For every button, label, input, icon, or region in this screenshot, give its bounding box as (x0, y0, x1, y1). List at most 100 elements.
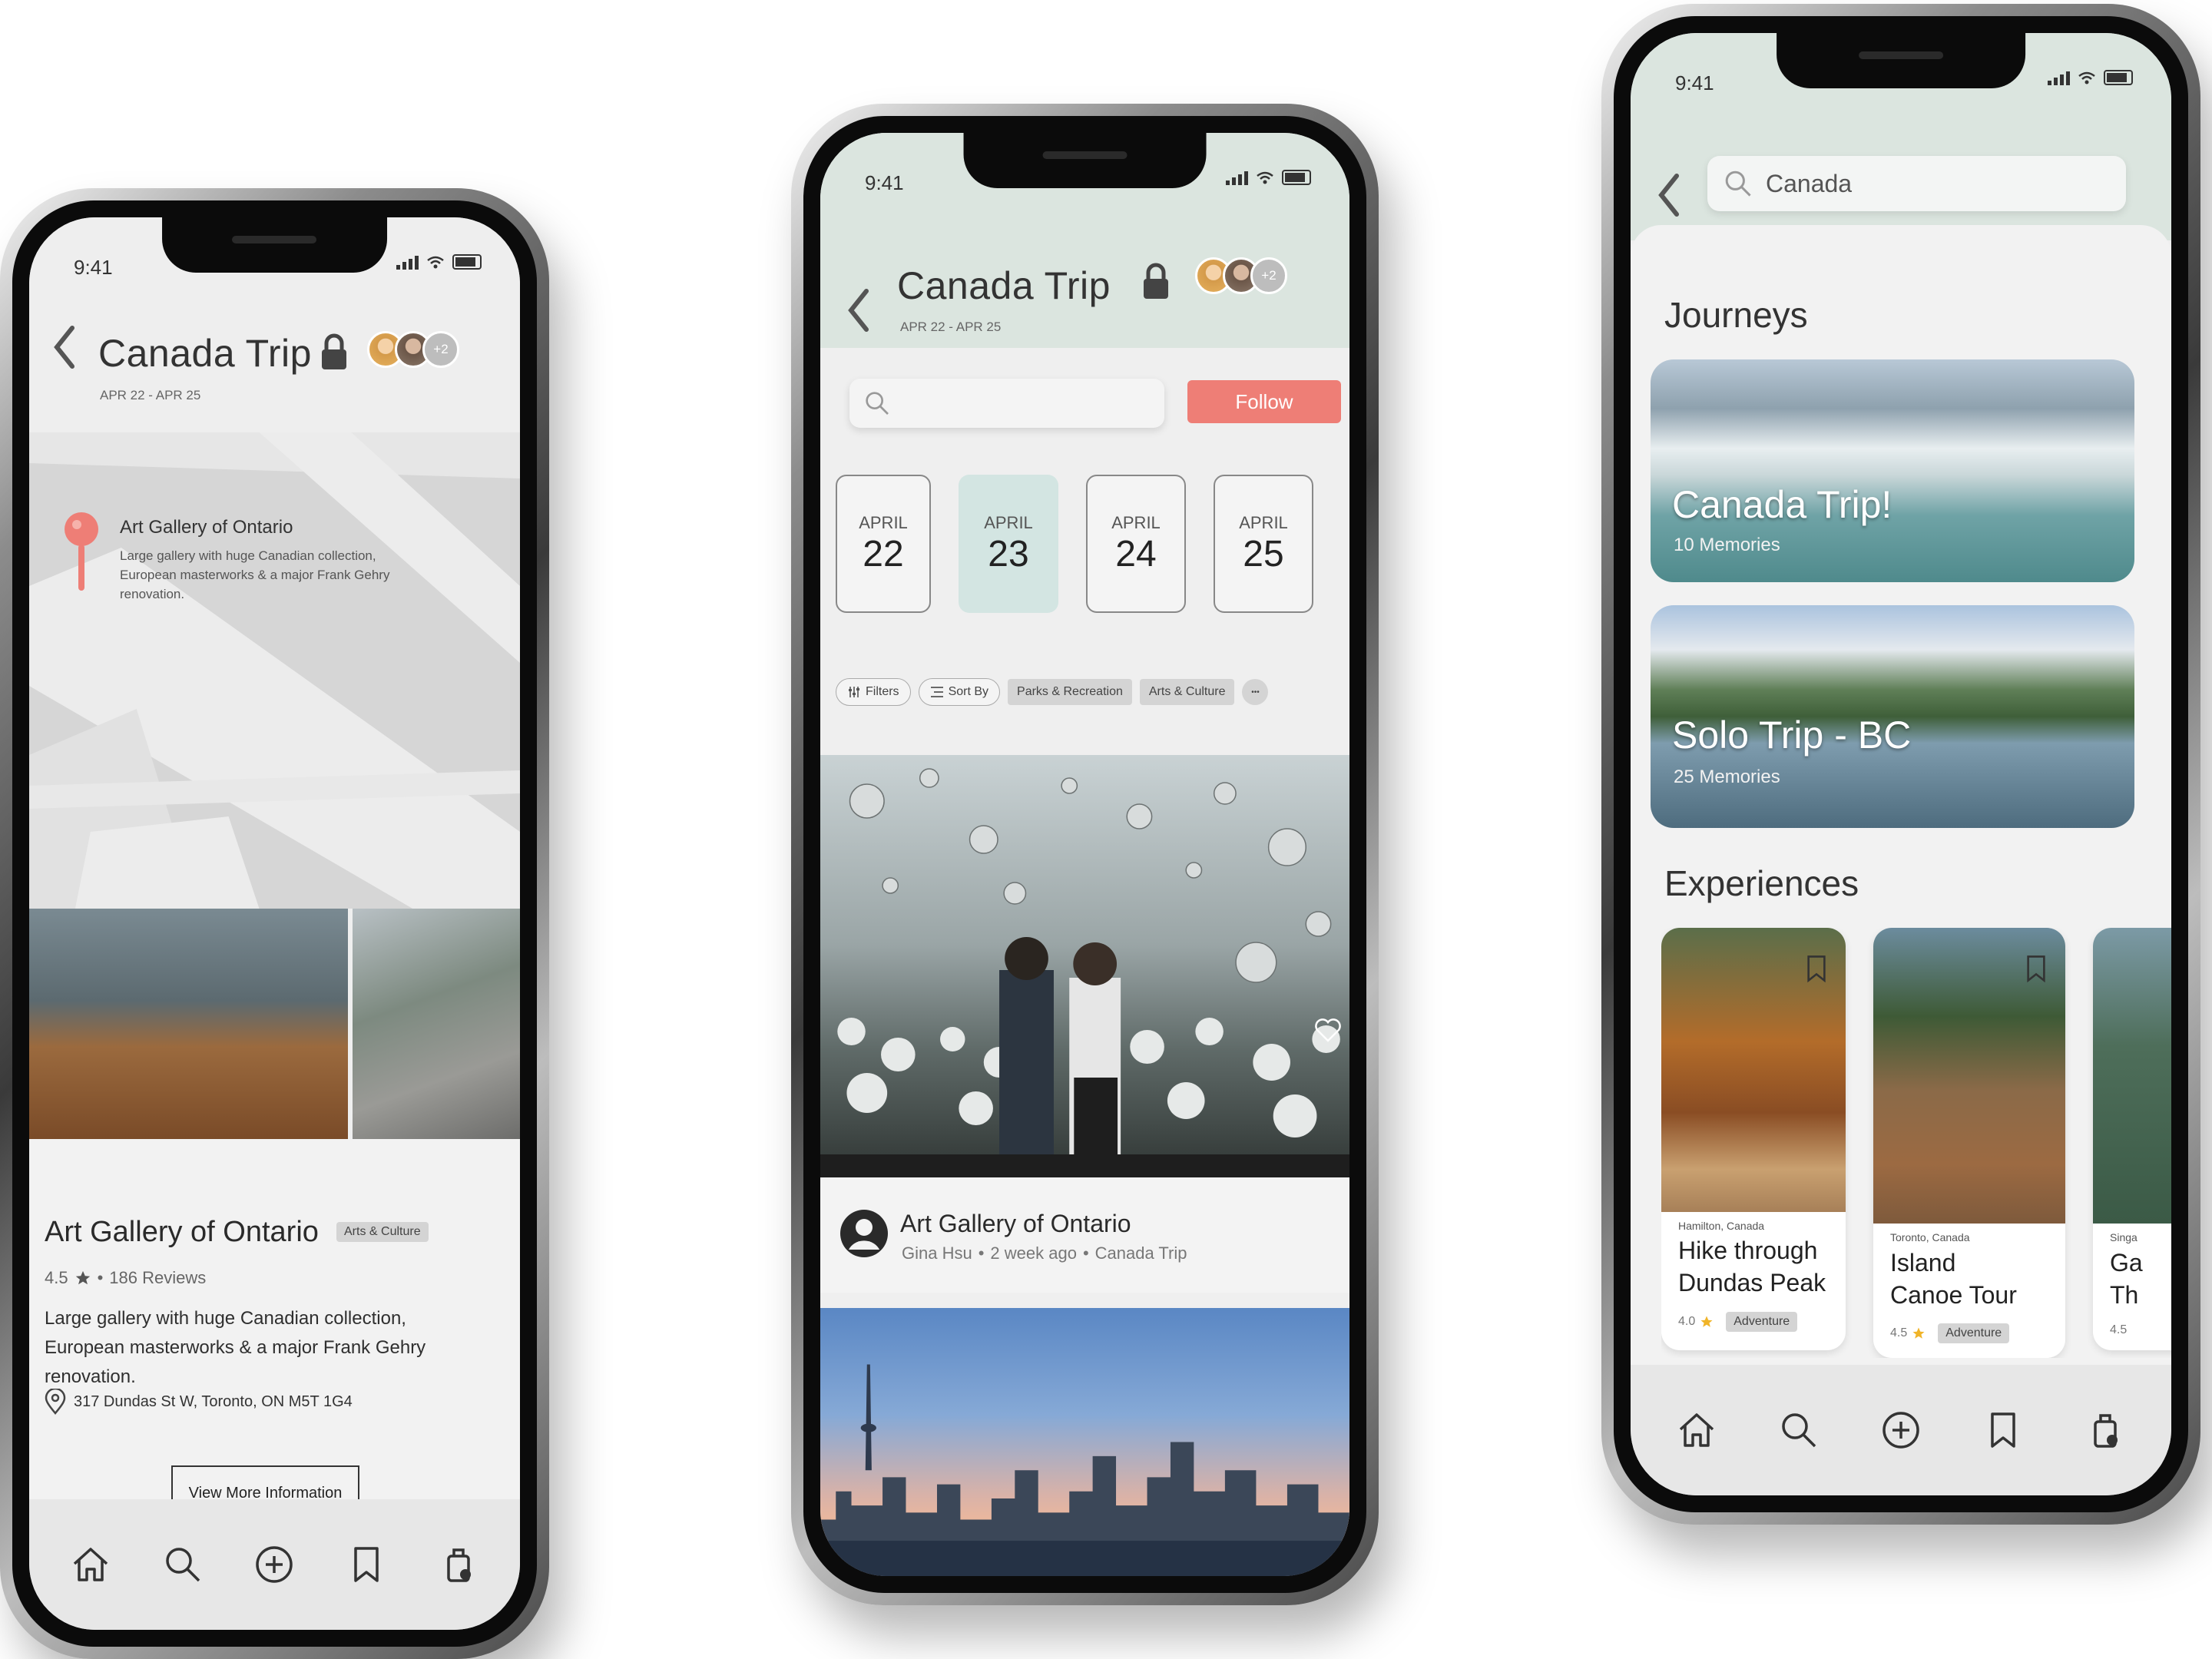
experience-tag: Adventure (1938, 1323, 2010, 1343)
heart-icon[interactable] (1314, 1016, 1342, 1042)
trip-title: Canada Trip (897, 264, 1111, 307)
post-byline: Gina Hsu • 2 week ago • Canada Trip (902, 1243, 1187, 1263)
lock-icon[interactable] (320, 333, 349, 375)
tab-add[interactable] (1880, 1409, 1922, 1451)
date-chip-25[interactable]: APRIL 25 (1214, 475, 1313, 613)
experience-card[interactable]: Hamilton, Canada Hike through Dundas Pea… (1661, 928, 1846, 1350)
feed-search-input[interactable] (849, 379, 1164, 428)
more-chips-button[interactable]: ••• (1242, 679, 1269, 705)
journey-card[interactable]: Canada Trip! 10 Memories (1651, 359, 2134, 582)
filters-chip[interactable]: Filters (836, 678, 911, 706)
bookmark-icon[interactable] (2021, 949, 2051, 988)
follow-button[interactable]: Follow (1187, 380, 1341, 423)
date-day: 22 (863, 533, 904, 575)
phone-feed-screen: 9:41 Canada Trip APR 22 - APR 25 +2 Foll… (791, 104, 1379, 1605)
tab-bar (29, 1499, 520, 1630)
experiences-carousel[interactable]: Hamilton, Canada Hike through Dundas Pea… (1661, 928, 2171, 1358)
battery-icon (1282, 170, 1311, 185)
tab-home[interactable] (1676, 1409, 1717, 1451)
place-address: 317 Dundas St W, Toronto, ON M5T 1G4 (74, 1392, 353, 1410)
filters-label: Filters (866, 685, 899, 698)
post-time: 2 week ago (990, 1243, 1077, 1263)
map-pin[interactable] (61, 509, 101, 605)
search-icon (1782, 1413, 1816, 1448)
dot-separator: • (97, 1268, 104, 1287)
experience-title: Ga (2110, 1249, 2143, 1277)
trip-members[interactable]: +2 (1195, 257, 1287, 294)
date-month: APRIL (1239, 512, 1288, 532)
experience-tag: Adventure (1726, 1312, 1798, 1332)
tab-saved[interactable] (1982, 1409, 2024, 1451)
back-button[interactable] (1655, 171, 1681, 227)
tab-bar (1631, 1365, 2171, 1495)
tab-search[interactable] (162, 1544, 204, 1585)
parks-chip[interactable]: Parks & Recreation (1008, 679, 1132, 705)
arts-chip[interactable]: Arts & Culture (1139, 679, 1235, 705)
date-picker: APRIL 22 APRIL 23 APRIL 24 APRIL 25 (836, 475, 1313, 613)
wifi-icon (1257, 171, 1273, 184)
place-address-row: 317 Dundas St W, Toronto, ON M5T 1G4 (45, 1389, 353, 1415)
post-title[interactable]: Art Gallery of Ontario (900, 1210, 1131, 1238)
post-meta: Art Gallery of Ontario Gina Hsu • 2 week… (820, 1177, 1349, 1293)
status-time: 9:41 (865, 171, 904, 194)
experience-title: Dundas Peak (1678, 1269, 1826, 1296)
next-post-photo[interactable] (820, 1308, 1349, 1576)
user-icon (840, 1210, 888, 1257)
search-screen: 9:41 Canada Journeys Canada Trip! 10 Mem… (1631, 33, 2171, 1495)
post-photo[interactable] (820, 755, 1349, 1177)
experience-rating-row: 4.5 Adventure (1890, 1323, 2010, 1343)
luggage-icon (447, 1548, 472, 1582)
place-detail-card: Art Gallery of Ontario Arts & Culture 4.… (29, 1139, 520, 1521)
date-chip-24[interactable]: APRIL 24 (1086, 475, 1186, 613)
back-chevron-icon (1658, 174, 1679, 217)
trip-members[interactable]: +2 (367, 331, 459, 368)
place-reviews[interactable]: 186 Reviews (109, 1268, 206, 1288)
experience-rating: 4.0 (1678, 1315, 1696, 1328)
home-icon (1680, 1413, 1714, 1447)
feed-screen: 9:41 Canada Trip APR 22 - APR 25 +2 Foll… (820, 133, 1349, 1576)
post-author[interactable]: Gina Hsu (902, 1243, 972, 1263)
post-trip[interactable]: Canada Trip (1095, 1243, 1187, 1263)
filter-icon (849, 687, 859, 697)
tab-trips[interactable] (2085, 1409, 2126, 1451)
back-button[interactable] (845, 286, 871, 342)
mirror-room-scene (820, 768, 1349, 1177)
search-icon (165, 1548, 200, 1582)
experience-title: Canoe Tour (1890, 1281, 2017, 1309)
experiences-heading: Experiences (1664, 863, 1859, 903)
location-icon (45, 1389, 66, 1415)
experience-card[interactable]: Singa Ga Th 4.5 (2093, 928, 2171, 1350)
phone-search-screen: 9:41 Canada Journeys Canada Trip! 10 Mem… (1601, 4, 2200, 1525)
journey-card[interactable]: Solo Trip - BC 25 Memories (1651, 605, 2134, 828)
experience-card[interactable]: Toronto, Canada Island Canoe Tour 4.5 Ad… (1873, 928, 2065, 1358)
tab-home[interactable] (70, 1544, 111, 1585)
back-button[interactable] (51, 323, 77, 379)
date-day: 23 (988, 533, 1029, 575)
tab-search[interactable] (1778, 1409, 1820, 1451)
bookmark-icon[interactable] (1801, 949, 1832, 988)
tab-saved[interactable] (346, 1544, 387, 1585)
experience-title: Island (1890, 1249, 1956, 1277)
place-photos[interactable] (29, 909, 520, 1139)
place-name: Art Gallery of Ontario (45, 1216, 319, 1248)
tab-add[interactable] (253, 1544, 295, 1585)
lock-icon[interactable] (1141, 262, 1171, 304)
tab-trips[interactable] (438, 1544, 479, 1585)
sort-chip[interactable]: Sort By (918, 678, 1001, 706)
place-tag: Arts & Culture (336, 1222, 429, 1242)
wifi-icon (427, 256, 444, 269)
date-chip-22[interactable]: APRIL 22 (836, 475, 931, 613)
filter-chips: Filters Sort By Parks & Recreation Arts … (836, 678, 1269, 706)
experience-rating: 4.5 (1890, 1326, 1908, 1339)
map-view[interactable]: Art Gallery of Ontario Large gallery wit… (29, 432, 520, 909)
status-icons (1226, 170, 1311, 185)
gallery-interior-photo (29, 909, 348, 1139)
search-input[interactable]: Canada (1707, 156, 2126, 211)
date-month: APRIL (859, 512, 908, 532)
map-roads (29, 432, 520, 909)
trip-dates: APR 22 - APR 25 (900, 320, 1002, 334)
date-chip-23-selected[interactable]: APRIL 23 (959, 475, 1058, 613)
more-members-badge: +2 (1250, 257, 1287, 294)
experience-rating: 4.5 (2110, 1323, 2128, 1336)
pin-icon (65, 512, 98, 591)
